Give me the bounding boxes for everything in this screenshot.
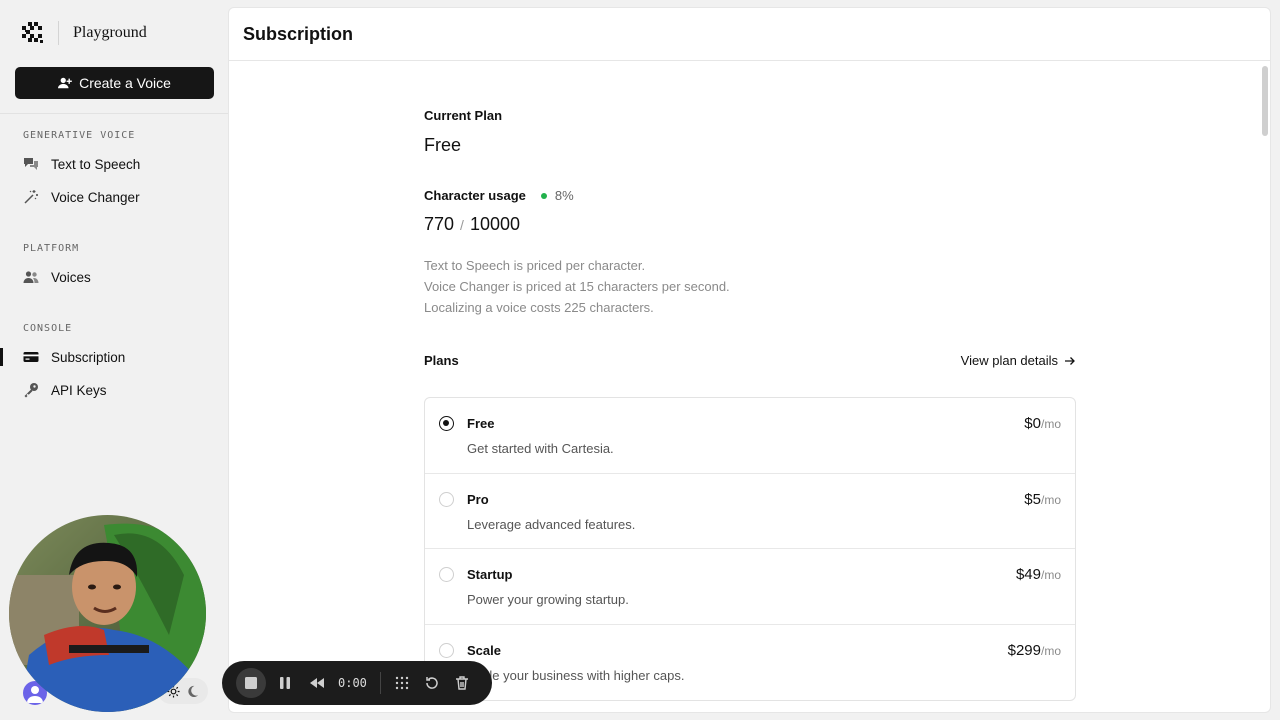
- sidebar-item-subscription[interactable]: Subscription: [23, 345, 125, 369]
- grid-button[interactable]: [387, 668, 417, 698]
- key-icon: [23, 382, 39, 398]
- moon-icon[interactable]: [186, 685, 199, 698]
- cartesia-logo-icon: [22, 22, 43, 43]
- page-title: Subscription: [243, 23, 354, 44]
- screen-recorder-toolbar: 0:00: [222, 661, 492, 705]
- sidebar-item-voice-changer[interactable]: Voice Changer: [23, 185, 140, 209]
- plan-option-pro[interactable]: Pro Leverage advanced features. $5/mo: [425, 474, 1075, 549]
- section-console: CONSOLE: [23, 323, 73, 334]
- sidebar-item-label: API Keys: [51, 382, 107, 398]
- price-amount: $299: [1007, 641, 1041, 659]
- plan-name: Free: [467, 416, 495, 431]
- plan-list: Free Get started with Cartesia. $0/mo Pr…: [424, 397, 1076, 701]
- delete-button[interactable]: [447, 668, 477, 698]
- section-generative-voice: GENERATIVE VOICE: [23, 130, 136, 141]
- plan-name: Startup: [467, 567, 513, 582]
- plan-description: Scale your business with higher caps.: [467, 667, 685, 683]
- plan-option-scale[interactable]: Scale Scale your business with higher ca…: [425, 625, 1075, 701]
- plan-description: Get started with Cartesia.: [467, 441, 614, 456]
- sidebar-item-voices[interactable]: Voices: [23, 265, 91, 289]
- stop-icon: [245, 677, 257, 689]
- trash-icon: [456, 676, 468, 690]
- current-plan-label: Current Plan: [424, 108, 503, 123]
- plan-price: $5/mo: [1024, 491, 1061, 508]
- main-header: Subscription: [229, 8, 1270, 61]
- character-usage-label: Character usage: [424, 188, 526, 203]
- usage-total: 10000: [469, 214, 520, 234]
- recording-timer: 0:00: [338, 676, 367, 690]
- subscription-content: Current Plan Free Character usage 8% 770…: [424, 108, 1076, 701]
- add-user-icon: [58, 77, 72, 89]
- arrow-right-icon: [1065, 356, 1075, 365]
- radio-button[interactable]: [439, 567, 454, 582]
- usage-used: 770: [424, 214, 455, 234]
- sidebar-divider: [0, 113, 228, 114]
- webcam-feed: [9, 515, 206, 712]
- plan-description: Power your growing startup.: [467, 592, 629, 607]
- toolbar-divider: [380, 672, 381, 694]
- dot-grid-icon: [395, 676, 409, 690]
- radio-button[interactable]: [439, 642, 454, 658]
- plan-price: $0/mo: [1024, 415, 1061, 432]
- usage-separator: /: [460, 217, 464, 233]
- price-period: /mo: [1040, 643, 1061, 658]
- character-usage-row: Character usage 8%: [424, 188, 1076, 203]
- price-period: /mo: [1040, 492, 1061, 507]
- price-period: /mo: [1040, 568, 1061, 582]
- pause-icon: [280, 677, 290, 689]
- stop-button[interactable]: [236, 668, 266, 698]
- plans-header: Plans View plan details: [424, 353, 1076, 368]
- price-amount: $0: [1024, 415, 1041, 432]
- plan-price: $49/mo: [1016, 566, 1061, 583]
- usage-percent: 8%: [554, 188, 574, 203]
- users-icon: [23, 269, 39, 285]
- restart-button[interactable]: [417, 668, 447, 698]
- pricing-note: Voice Changer is priced at 15 characters…: [424, 279, 730, 294]
- plan-description: Leverage advanced features.: [467, 516, 636, 532]
- plans-label: Plans: [424, 353, 459, 368]
- usage-count: 770 / 10000: [424, 214, 1076, 235]
- section-platform: PLATFORM: [23, 243, 80, 254]
- price-period: /mo: [1040, 417, 1061, 431]
- sidebar-item-label: Text to Speech: [51, 156, 141, 172]
- main-panel: Subscription Current Plan Free Character…: [228, 7, 1271, 713]
- plan-option-free[interactable]: Free Get started with Cartesia. $0/mo: [425, 398, 1075, 474]
- scrollbar-thumb[interactable]: [1262, 66, 1268, 136]
- pause-button[interactable]: [270, 668, 300, 698]
- pricing-note: Localizing a voice costs 225 characters.: [424, 300, 654, 315]
- rewind-icon: [310, 678, 324, 688]
- radio-button[interactable]: [439, 491, 454, 507]
- speech-bubbles-icon: [23, 156, 39, 172]
- view-plan-details-label: View plan details: [960, 353, 1058, 368]
- brand-divider: [58, 21, 59, 45]
- rewind-button[interactable]: [302, 668, 332, 698]
- plan-name: Pro: [467, 491, 489, 507]
- pricing-note: Text to Speech is priced per character.: [424, 258, 646, 273]
- sidebar-item-api-keys[interactable]: API Keys: [23, 378, 107, 402]
- radio-button[interactable]: [439, 416, 454, 431]
- price-amount: $5: [1024, 490, 1041, 508]
- brand-name: Playground: [73, 24, 147, 41]
- sidebar-item-label: Voice Changer: [51, 189, 140, 205]
- credit-card-icon: [23, 349, 39, 365]
- current-plan-value: Free: [424, 135, 462, 155]
- active-indicator: [0, 348, 3, 366]
- view-plan-details-link[interactable]: View plan details: [961, 353, 1076, 368]
- price-amount: $49: [1015, 566, 1041, 583]
- sidebar-item-label: Voices: [51, 269, 91, 285]
- sidebar-item-text-to-speech[interactable]: Text to Speech: [23, 152, 140, 176]
- status-dot-icon: [540, 192, 547, 199]
- plan-price: $299/mo: [1008, 642, 1061, 659]
- pricing-notes: Text to Speech is priced per character. …: [424, 255, 1076, 318]
- magic-wand-icon: [23, 189, 39, 205]
- sidebar-item-label: Subscription: [51, 349, 126, 365]
- restart-icon: [426, 677, 438, 689]
- webcam-overlay: [9, 515, 206, 712]
- plan-name: Scale: [467, 642, 501, 658]
- plan-option-startup[interactable]: Startup Power your growing startup. $49/…: [425, 549, 1075, 625]
- brand[interactable]: Playground: [22, 20, 147, 46]
- create-voice-label: Create a Voice: [79, 75, 171, 91]
- create-voice-button[interactable]: Create a Voice: [15, 67, 214, 99]
